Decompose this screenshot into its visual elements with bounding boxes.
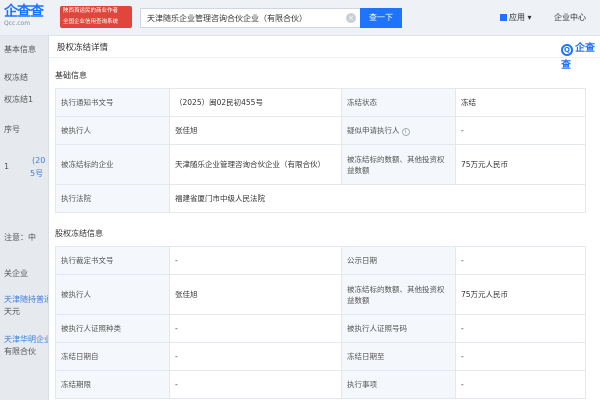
table-row: 执行法院 福建省厦门市中级人民法院 [55, 184, 586, 213]
label-freeze-date-to: 冻结日期至 [341, 342, 456, 371]
equity-freeze-detail-modal: 股权冻结详情 Q 企查查 基础信息 执行通知书文号 （2025）闽02民初455号… [48, 36, 600, 400]
table-row: 被冻结标的企业 天津随乐企业管理咨询合伙企业（有限合伙） 被冻结标的数额、其他投… [55, 144, 586, 185]
label-publish-date: 公示日期 [341, 246, 456, 275]
label-frozen-target-company: 被冻结标的企业 [55, 144, 170, 185]
basic-info-table: 执行通知书文号 （2025）闽02民初455号 冻结状态 冻结 被执行人 张佳旭… [55, 88, 586, 213]
value-executee[interactable]: 张佳旭 [169, 116, 342, 145]
enterprise-center-link[interactable]: 企业中心 [554, 12, 586, 23]
section-freeze-info-title: 股权冻结信息 [55, 229, 103, 238]
app-menu[interactable]: 应用 ▾ [500, 12, 532, 23]
brand-logo: Q 企查查 [561, 39, 600, 71]
bg-row-doc-2[interactable]: 5号 [30, 168, 43, 179]
search-input[interactable] [141, 9, 360, 27]
help-icon[interactable]: i [401, 128, 410, 136]
bg-related-company-1-sub: 天元 [4, 307, 20, 316]
table-row: 执行裁定书文号 - 公示日期 - [55, 246, 586, 275]
label-executee: 被执行人 [55, 116, 170, 145]
top-bar: 企查查 Qcc.com 陕西首运民的商业作者 全国企业信用查询系统 × 查一下 … [0, 0, 600, 36]
value-frozen-amount-2: 75万元人民币 [455, 274, 586, 315]
value-freeze-period: - [169, 370, 342, 399]
app-menu-label: 应用 [509, 13, 525, 22]
label-executee-license-type: 被执行人证照种类 [55, 314, 170, 343]
value-suspected-applicant: - [455, 116, 586, 145]
bg-column-index: 序号 [4, 125, 20, 134]
label-execution-matter: 执行事项 [341, 370, 456, 399]
qcc-logo-icon: Q [561, 44, 573, 56]
label-frozen-amount-2: 被冻结标的数额、其他投资权益数额 [341, 274, 456, 315]
label-suspected-applicant-text: 疑似申请执行人 [347, 126, 400, 135]
bg-tab-related-companies[interactable]: 关企业 [4, 268, 28, 279]
bg-section-equity-freeze: 权冻结 [4, 73, 28, 82]
chevron-down-icon: ▾ [527, 13, 532, 22]
value-ruling-doc-no: - [169, 246, 342, 275]
background-page: 基本信息 权冻结 权冻结1 序号 1 (20 5号 注意：中 关企业 天津随持普… [0, 36, 50, 400]
value-execution-matter: - [455, 370, 586, 399]
value-freeze-status: 冻结 [455, 88, 586, 117]
apps-grid-icon [500, 14, 507, 21]
bg-tab-basic-info[interactable]: 基本信息 [4, 44, 36, 55]
modal-header: 股权冻结详情 Q 企查查 [49, 36, 600, 71]
promo-line-1: 陕西首运民的商业作者 [63, 8, 119, 14]
promo-banner[interactable]: 陕西首运民的商业作者 全国企业信用查询系统 [60, 6, 132, 28]
freeze-info-table: 执行裁定书文号 - 公示日期 - 被执行人 张佳旭 被冻结标的数额、其他投资权益… [55, 246, 586, 399]
label-frozen-amount: 被冻结标的数额、其他投资权益数额 [341, 144, 456, 185]
bg-related-company-1[interactable]: 天津随持普通 [4, 294, 50, 305]
label-freeze-period: 冻结期限 [55, 370, 170, 399]
logo-text: 企查查 [4, 4, 44, 20]
value-executee-license-no: - [455, 314, 586, 343]
modal-title: 股权冻结详情 [57, 43, 109, 53]
value-freeze-date-from: - [169, 342, 342, 371]
value-notice-doc-no[interactable]: （2025）闽02民初455号 [169, 88, 342, 117]
value-executee-2[interactable]: 张佳旭 [169, 274, 342, 315]
value-publish-date: - [455, 246, 586, 275]
label-freeze-status: 冻结状态 [341, 88, 456, 117]
value-frozen-amount: 75万元人民币 [455, 144, 586, 185]
bg-related-company-2-sub: 有限合伙 [4, 347, 36, 356]
bg-row-index: 1 [4, 162, 10, 171]
table-row: 被执行人 张佳旭 被冻结标的数额、其他投资权益数额 75万元人民币 [55, 274, 586, 315]
promo-line-2: 全国企业信用查询系统 [63, 19, 119, 25]
bg-tab-equity-freeze[interactable]: 权冻结1 [4, 94, 33, 105]
search-button[interactable]: 查一下 [360, 8, 402, 28]
table-row: 冻结期限 - 执行事项 - [55, 370, 586, 399]
clear-icon[interactable]: × [346, 13, 356, 23]
table-row: 被执行人 张佳旭 疑似申请执行人 i - [55, 116, 586, 145]
label-executing-court: 执行法院 [55, 184, 170, 213]
label-ruling-doc-no: 执行裁定书文号 [55, 246, 170, 275]
value-executing-court: 福建省厦门市中级人民法院 [169, 184, 586, 213]
qcc-logo[interactable]: 企查查 Qcc.com [4, 4, 50, 30]
label-notice-doc-no: 执行通知书文号 [55, 88, 170, 117]
value-frozen-target-company[interactable]: 天津随乐企业管理咨询合伙企业（有限合伙） [169, 144, 342, 185]
section-basic-info-title: 基础信息 [55, 71, 87, 80]
value-freeze-date-to: - [455, 342, 586, 371]
label-freeze-date-from: 冻结日期自 [55, 342, 170, 371]
value-executee-license-type: - [169, 314, 342, 343]
label-suspected-applicant: 疑似申请执行人 i [341, 116, 456, 145]
table-row: 冻结日期自 - 冻结日期至 - [55, 342, 586, 371]
table-row: 被执行人证照种类 - 被执行人证照号码 - [55, 314, 586, 343]
search-box [140, 8, 360, 28]
bg-row-doc-1[interactable]: (20 [32, 156, 45, 165]
logo-subtext: Qcc.com [4, 20, 31, 27]
bg-note: 注意：中 [4, 233, 36, 242]
table-row: 执行通知书文号 （2025）闽02民初455号 冻结状态 冻结 [55, 88, 586, 117]
label-executee-2: 被执行人 [55, 274, 170, 315]
label-executee-license-no: 被执行人证照号码 [341, 314, 456, 343]
bg-related-company-2[interactable]: 天津华明企业 [4, 334, 50, 345]
